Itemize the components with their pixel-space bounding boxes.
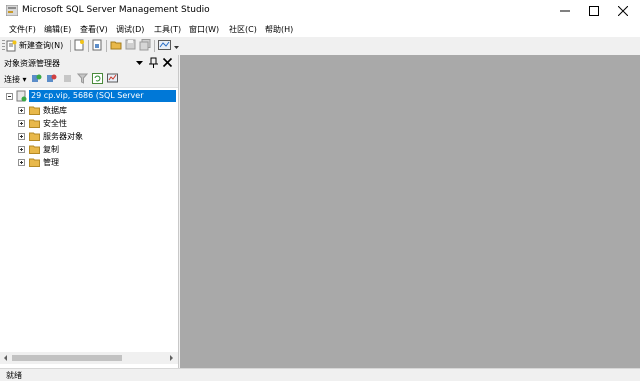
expand-icon[interactable] <box>18 159 25 166</box>
new-project-icon <box>92 39 102 51</box>
refresh-icon[interactable] <box>92 73 103 84</box>
standard-toolbar: 新建查询(N) <box>0 37 640 55</box>
server-node[interactable]: 29 cp.vip, 5686 (SQL Server <box>0 90 178 103</box>
menu-help[interactable]: 帮助(H) <box>265 24 293 35</box>
tree-node-databases[interactable]: 数据库 <box>0 104 178 117</box>
tree-node-label: 复制 <box>43 145 59 154</box>
new-query-button[interactable]: 新建查询(N) <box>6 39 68 53</box>
folder-icon <box>29 132 40 141</box>
object-explorer-header: 对象资源管理器 <box>0 55 178 70</box>
collapse-icon[interactable] <box>6 93 13 100</box>
activity-monitor-icon <box>158 40 171 50</box>
connect-button[interactable]: 连接 ▾ <box>4 74 27 85</box>
folder-icon <box>29 119 40 128</box>
scroll-left-icon[interactable] <box>2 354 10 362</box>
close-button[interactable] <box>608 0 638 22</box>
close-icon <box>618 6 628 16</box>
expand-icon[interactable] <box>18 107 25 114</box>
menu-edit[interactable]: 编辑(E) <box>44 24 71 35</box>
menu-view[interactable]: 查看(V) <box>80 24 108 35</box>
connect-object-explorer-icon[interactable] <box>31 73 42 84</box>
panel-pin-button[interactable] <box>148 57 159 68</box>
server-icon <box>16 90 27 102</box>
folder-icon <box>29 145 40 154</box>
expand-icon[interactable] <box>18 146 25 153</box>
tree-node-label: 服务器对象 <box>43 132 83 141</box>
status-bar: 就绪 <box>0 368 640 381</box>
new-query-label: 新建查询(N) <box>19 41 64 50</box>
menu-file[interactable]: 文件(F) <box>9 24 36 35</box>
toolbar-separator <box>154 40 155 52</box>
object-explorer-panel: 对象资源管理器 连接 ▾ 29 cp.vip, 5686 (SQL Server… <box>0 55 179 368</box>
activity-monitor-button[interactable] <box>158 39 172 53</box>
stop-icon[interactable] <box>62 73 73 84</box>
panel-close-button[interactable] <box>162 57 173 68</box>
horizontal-scrollbar[interactable] <box>0 352 178 364</box>
menu-community[interactable]: 社区(C) <box>229 24 257 35</box>
menu-tools[interactable]: 工具(T) <box>154 24 181 35</box>
connect-label: 连接 <box>4 75 20 84</box>
maximize-icon <box>589 6 599 16</box>
disconnect-icon[interactable] <box>46 73 57 84</box>
maximize-button[interactable] <box>579 0 609 22</box>
chevron-down-icon <box>136 61 143 65</box>
save-icon <box>125 39 136 50</box>
tree-node-server-objects[interactable]: 服务器对象 <box>0 130 178 143</box>
filter-icon[interactable] <box>77 73 88 84</box>
open-file-button[interactable] <box>110 39 122 53</box>
object-explorer-title: 对象资源管理器 <box>4 59 60 68</box>
tree-node-management[interactable]: 管理 <box>0 156 178 169</box>
menu-debug[interactable]: 调试(D) <box>116 24 144 35</box>
close-icon <box>162 57 173 68</box>
toolbar-separator <box>70 40 71 52</box>
folder-icon <box>29 106 40 115</box>
pin-icon <box>149 57 158 68</box>
tree-node-label: 管理 <box>43 158 59 167</box>
minimize-button[interactable] <box>550 0 580 22</box>
new-query-icon <box>6 40 17 52</box>
new-file-button[interactable] <box>74 39 86 53</box>
save-all-icon <box>139 39 151 51</box>
activity-monitor-icon[interactable] <box>107 73 118 84</box>
menu-bar: 文件(F) 编辑(E) 查看(V) 调试(D) 工具(T) 窗口(W) 社区(C… <box>0 22 640 37</box>
title-bar: Microsoft SQL Server Management Studio <box>0 0 640 22</box>
tree-node-label: 数据库 <box>43 106 67 115</box>
toolbar-overflow-icon[interactable] <box>174 43 179 51</box>
scrollbar-thumb[interactable] <box>12 355 122 361</box>
new-project-button[interactable] <box>92 39 104 53</box>
document-workspace <box>180 55 640 368</box>
expand-icon[interactable] <box>18 133 25 140</box>
save-all-button[interactable] <box>139 39 151 53</box>
tree-node-replication[interactable]: 复制 <box>0 143 178 156</box>
minimize-icon <box>560 10 570 12</box>
status-text: 就绪 <box>6 371 22 380</box>
toolbar-separator <box>106 40 107 52</box>
object-explorer-toolbar: 连接 ▾ <box>0 70 178 88</box>
expand-icon[interactable] <box>18 120 25 127</box>
ssms-app-icon <box>6 5 18 16</box>
toolbar-separator <box>88 40 89 52</box>
folder-icon <box>29 158 40 167</box>
panel-dropdown-button[interactable] <box>134 57 145 68</box>
tree-node-label: 安全性 <box>43 119 67 128</box>
server-label: 29 cp.vip, 5686 (SQL Server <box>31 91 144 100</box>
new-file-icon <box>74 39 84 51</box>
window-title: Microsoft SQL Server Management Studio <box>22 5 210 15</box>
save-button[interactable] <box>125 39 137 53</box>
tree-node-security[interactable]: 安全性 <box>0 117 178 130</box>
menu-window[interactable]: 窗口(W) <box>189 24 219 35</box>
open-file-icon <box>110 41 122 50</box>
toolbar-grip[interactable] <box>2 40 5 52</box>
scroll-right-icon[interactable] <box>167 354 175 362</box>
